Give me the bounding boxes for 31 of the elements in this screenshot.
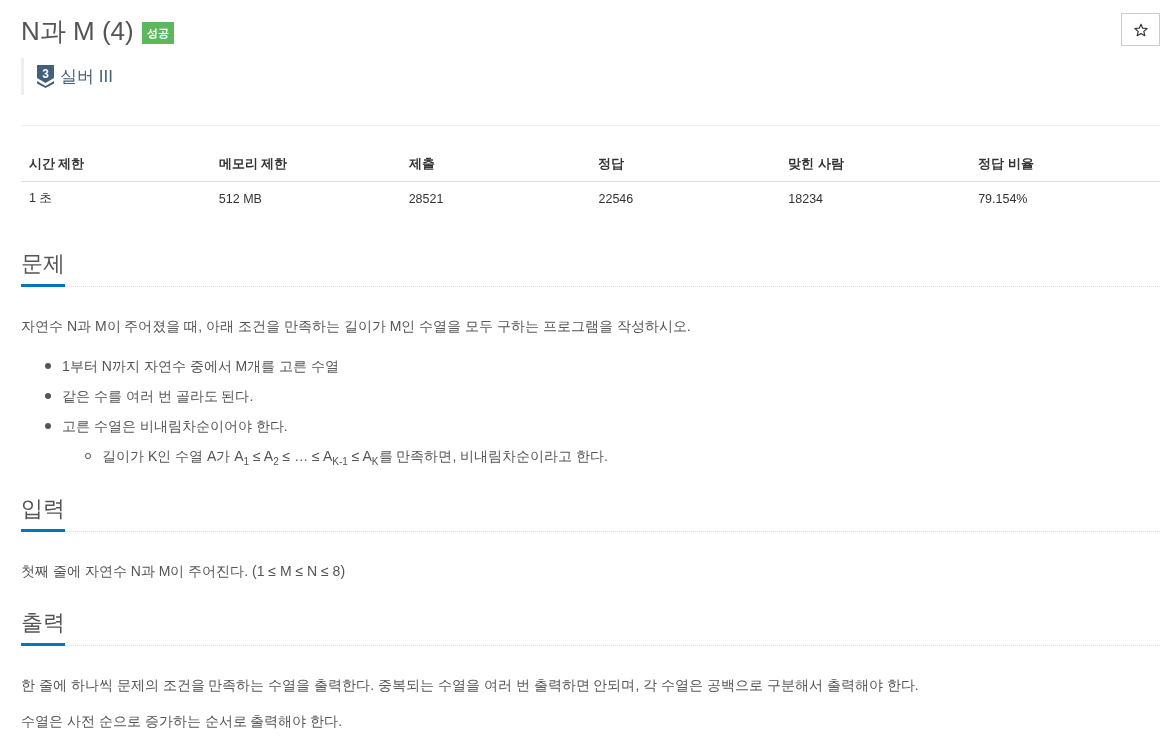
column-header: 정답: [590, 147, 781, 182]
list-item-text: 고른 수열은 비내림차순이어야 한다.: [62, 417, 288, 436]
column-header: 맞힌 사람: [780, 147, 971, 182]
section-heading: 출력: [21, 608, 65, 646]
problem-title: N과 M (4): [21, 15, 134, 48]
column-header: 정답 비율: [970, 147, 1160, 182]
column-header: 제출: [400, 147, 591, 182]
table-cell: 79.154%: [970, 181, 1160, 215]
star-icon: [1133, 22, 1148, 37]
tier-label: 실버 III: [60, 66, 113, 88]
table-cell: 512 MB: [210, 181, 401, 215]
bullet-icon: [45, 423, 51, 429]
section-heading: 문제: [21, 249, 65, 287]
paragraph: 수열은 사전 순으로 증가하는 순서로 출력해야 한다.: [21, 712, 344, 731]
bullet-icon: [45, 363, 51, 369]
section-heading: 입력: [21, 494, 65, 532]
list-item-text: 같은 수를 여러 번 골라도 된다.: [62, 387, 254, 406]
table-cell: 1 초: [21, 181, 211, 215]
favorite-button[interactable]: [1121, 13, 1160, 46]
paragraph: 첫째 줄에 자연수 N과 M이 주어진다. (1 ≤ M ≤ N ≤ 8): [21, 562, 347, 581]
table-cell: 22546: [590, 181, 781, 215]
table-cell: 28521: [400, 181, 591, 215]
status-badge: 성공: [141, 22, 174, 44]
column-header: 시간 제한: [21, 147, 211, 182]
list-item-text: 1부터 N까지 자연수 중에서 M개를 고른 수열: [62, 357, 339, 376]
bullet-icon: [45, 393, 51, 399]
table-cell: 18234: [780, 181, 971, 215]
column-header: 메모리 제한: [210, 147, 401, 182]
paragraph: 자연수 N과 M이 주어졌을 때, 아래 조건을 만족하는 길이가 M인 수열을 모두 구하는 프로그램을 작성하시오.: [21, 317, 692, 336]
list-item-text: 길이가 K인 수열 A가 A$_{1}$ ≤ A$_{2}$ ≤ … ≤ A$_{K-1}$ ≤ A$_{K}$를 만족하면, 비내림차순이라고 한다.: [102, 447, 608, 469]
paragraph: 한 줄에 하나씩 문제의 조건을 만족하는 수열을 출력한다. 중복되는 수열을 여러 번 출력하면 안되며, 각 수열은 공백으로 구분해서 출력해야 한다.: [21, 676, 920, 695]
